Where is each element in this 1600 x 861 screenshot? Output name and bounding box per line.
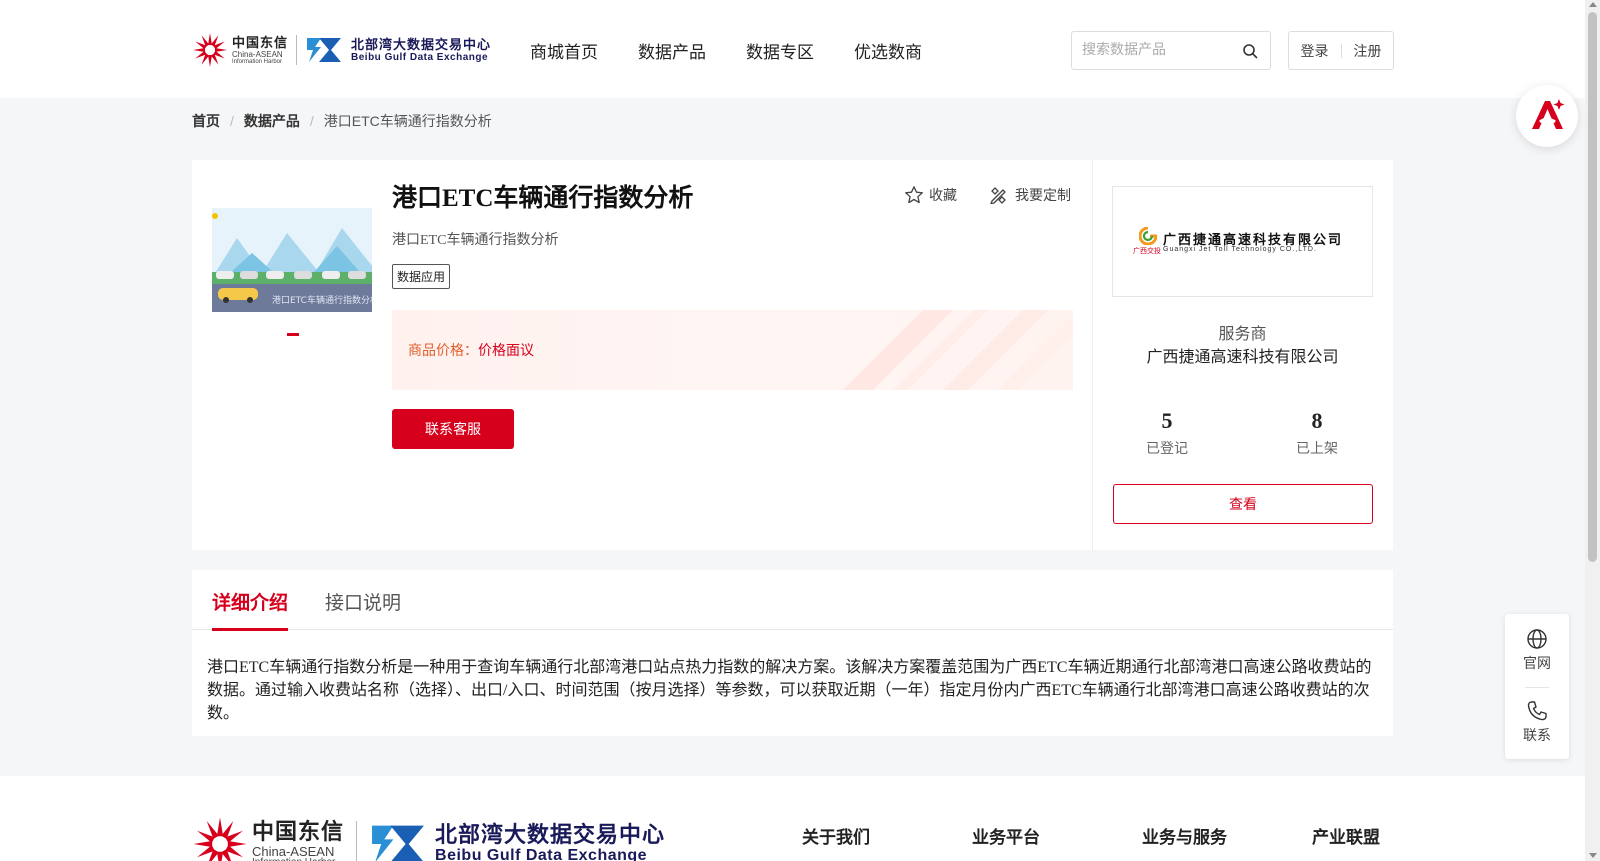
breadcrumb: 首页 / 数据产品 / 港口ETC车辆通行指数分析 (192, 111, 492, 131)
auth-divider (1340, 43, 1342, 58)
side-float-panel: 官网 联系 (1505, 614, 1569, 759)
details-panel: 详细介绍 接口说明 港口ETC车辆通行指数分析是一种用于查询车辆通行北部湾港口站… (192, 570, 1393, 736)
logo-secondary-text: 北部湾大数据交易中心 Beibu Gulf Data Exchange (351, 38, 491, 63)
nav-mall-home[interactable]: 商城首页 (530, 38, 598, 63)
logo-primary-text: 中国东信 China-ASEAN Information Harbor (232, 36, 288, 65)
footer-logo-secondary-text: 北部湾大数据交易中心 Beibu Gulf Data Exchange (435, 824, 665, 861)
footer-beibu-gulf-logo-icon (372, 825, 424, 861)
page-footer: 中国东信 China-ASEAN Information Harbor 北部湾大… (0, 776, 1585, 861)
registered-label: 已登记 (1146, 440, 1188, 456)
beibu-gulf-logo-icon (307, 38, 342, 62)
logo-divider (296, 35, 298, 65)
ai-assistant-icon (1532, 99, 1565, 129)
ai-assistant-button[interactable] (1516, 85, 1578, 147)
vendor-logo-small: 广西交投 (1133, 248, 1161, 255)
register-link[interactable]: 注册 (1354, 41, 1382, 61)
product-thumbnail[interactable]: 港口ETC车辆通行指数分析 (212, 208, 372, 312)
listed-label: 已上架 (1296, 440, 1338, 456)
view-vendor-button[interactable]: 查看 (1113, 484, 1373, 524)
star-icon (905, 186, 923, 204)
logo-secondary-en: Beibu Gulf Data Exchange (351, 51, 489, 63)
registered-stat: 5 已登记 (1117, 408, 1217, 458)
favorite-button[interactable]: 收藏 (904, 185, 957, 205)
contact-button[interactable]: 联系 (1505, 700, 1569, 745)
breadcrumb-separator: / (230, 113, 234, 129)
product-subtitle: 港口ETC车辆通行指数分析 (392, 233, 559, 248)
product-card: 港口ETC车辆通行指数分析 港口ETC车辆通行指数分析 收藏 我要定制 港口ET… (192, 160, 1393, 550)
contact-support-button[interactable]: 联系客服 (392, 409, 514, 449)
price-value: 价格面议 (478, 342, 534, 358)
footer-nav-alliance[interactable]: 产业联盟 (1312, 823, 1380, 848)
footer-logo-primary-en: China-ASEAN (252, 843, 335, 859)
price-label: 商品价格： (408, 342, 478, 358)
footer-nav-services[interactable]: 业务与服务 (1142, 823, 1227, 848)
thumbnail-caption: 港口ETC车辆通行指数分析 (272, 294, 372, 306)
footer-logo-secondary-en: Beibu Gulf Data Exchange (435, 847, 648, 861)
price-box: 商品价格：价格面议 (392, 310, 1073, 390)
footer-nav-business-platform[interactable]: 业务平台 (972, 823, 1040, 848)
listed-count: 8 (1311, 408, 1323, 433)
footer-logo-primary-text: 中国东信 China-ASEAN Information Harbor (252, 818, 345, 861)
vendor-logo[interactable]: 广西捷通高速科技有限公司 广西交投 Guangxi Jet Toll Techn… (1112, 186, 1373, 297)
official-site-button[interactable]: 官网 (1505, 628, 1569, 673)
tab-detail-intro[interactable]: 详细介绍 (212, 588, 289, 631)
vendor-logo-mark-icon (1139, 227, 1157, 245)
breadcrumb-separator: / (309, 113, 314, 129)
footer-logo-primary-en-sub: Information Harbor (252, 857, 344, 861)
scrollbar-thumb[interactable] (1588, 12, 1597, 562)
auth-box: 登录 注册 (1288, 31, 1394, 70)
vendor-label: 服务商 (1218, 326, 1267, 343)
contact-label: 联系 (1523, 727, 1551, 743)
search-icon[interactable] (1242, 43, 1258, 59)
breadcrumb-current: 港口ETC车辆通行指数分析 (323, 113, 492, 129)
page-scrollbar[interactable] (1585, 0, 1600, 861)
card-divider (1092, 160, 1093, 550)
vendor-name: 广西捷通高速科技有限公司 (1146, 349, 1339, 366)
main-nav: 商城首页 数据产品 数据专区 优选数商 (530, 38, 922, 63)
scroll-up-arrow-icon[interactable] (1589, 2, 1597, 7)
official-site-label: 官网 (1523, 655, 1551, 671)
registered-count: 5 (1161, 408, 1173, 433)
breadcrumb-category[interactable]: 数据产品 (244, 111, 300, 131)
site-logo[interactable]: 中国东信 China-ASEAN Information Harbor 北部湾大… (192, 30, 491, 70)
footer-china-asean-logo-icon (193, 817, 247, 861)
footer-logo-secondary-cn: 北部湾大数据交易中心 (435, 822, 666, 847)
logo-secondary-cn: 北部湾大数据交易中心 (351, 36, 492, 52)
footer-logo[interactable]: 中国东信 China-ASEAN Information Harbor 北部湾大… (192, 816, 665, 861)
side-float-divider (1525, 687, 1549, 688)
nav-preferred-vendors[interactable]: 优选数商 (854, 38, 922, 63)
carousel-indicator[interactable] (287, 333, 299, 336)
footer-logo-primary-cn: 中国东信 (252, 818, 345, 844)
nav-data-products[interactable]: 数据产品 (638, 38, 706, 63)
footer-logo-divider (356, 821, 358, 861)
nav-data-zone[interactable]: 数据专区 (746, 38, 814, 63)
listed-stat: 8 已上架 (1267, 408, 1367, 458)
favorite-label: 收藏 (929, 187, 957, 203)
search-box (1071, 31, 1271, 70)
customize-button[interactable]: 我要定制 (989, 185, 1071, 205)
price-info: 商品价格：价格面议 (408, 340, 534, 360)
logo-primary-cn: 中国东信 (232, 34, 289, 50)
login-link[interactable]: 登录 (1301, 41, 1329, 61)
customize-label: 我要定制 (1015, 187, 1071, 203)
customize-tools-icon (990, 187, 1006, 205)
price-box-decoration (843, 310, 1073, 390)
product-description: 港口ETC车辆通行指数分析是一种用于查询车辆通行北部湾港口站点热力指数的解决方案… (207, 659, 1372, 722)
top-header: 中国东信 China-ASEAN Information Harbor 北部湾大… (0, 0, 1585, 98)
tab-api-docs[interactable]: 接口说明 (325, 588, 401, 615)
logo-primary-en: China-ASEAN (232, 49, 283, 59)
product-tag: 数据应用 (392, 264, 451, 289)
footer-nav-about[interactable]: 关于我们 (802, 823, 870, 848)
breadcrumb-home[interactable]: 首页 (192, 111, 220, 131)
globe-icon (1527, 629, 1547, 649)
logo-primary-en-sub: Information Harbor (232, 58, 283, 65)
phone-icon (1527, 701, 1547, 721)
vendor-logo-en: Guangxi Jet Toll Technology CO.,LTD. (1163, 246, 1317, 253)
scroll-down-arrow-icon[interactable] (1589, 853, 1597, 858)
search-input[interactable] (1082, 41, 1232, 57)
details-tabs: 详细介绍 接口说明 (192, 570, 1393, 631)
product-title: 港口ETC车辆通行指数分析 (392, 185, 694, 212)
china-asean-logo-icon (193, 33, 227, 67)
